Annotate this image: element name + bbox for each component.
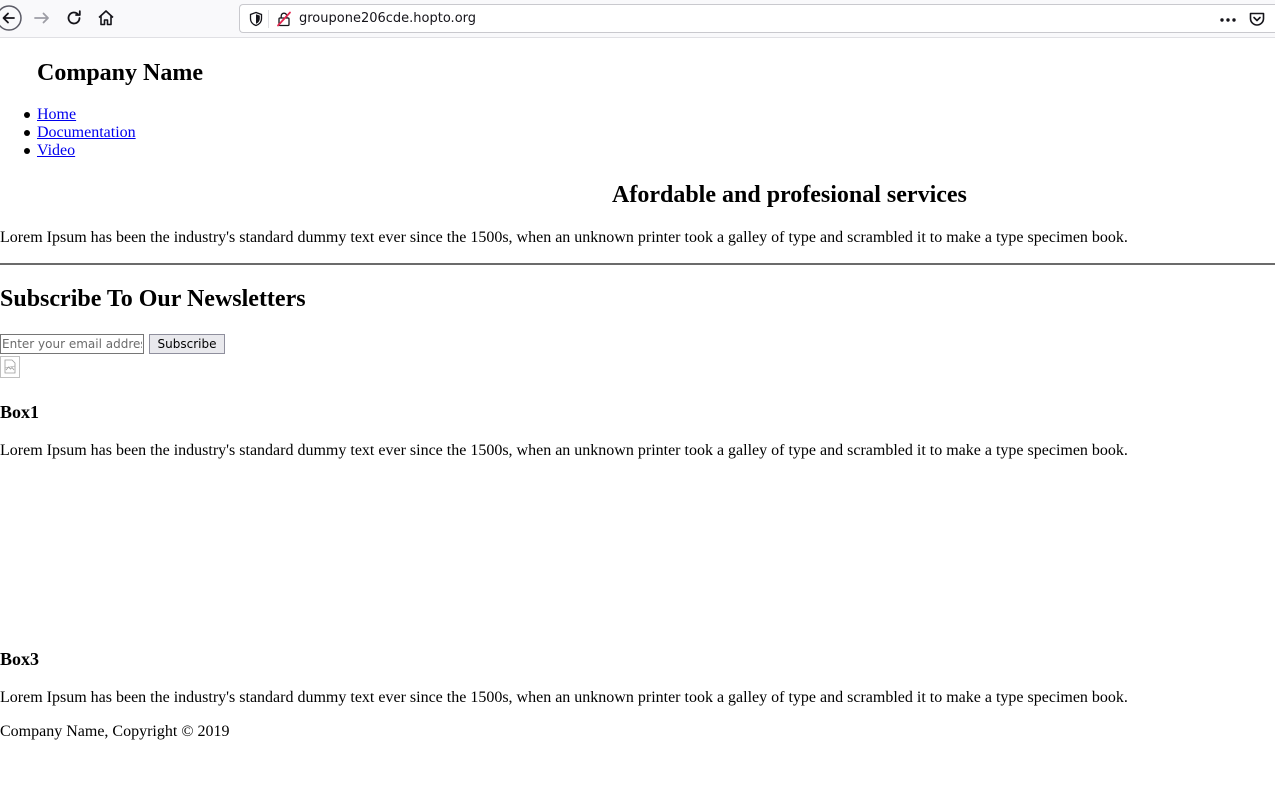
hero-text: Lorem Ipsum has been the industry's stan… (0, 229, 1128, 246)
back-arrow-icon (0, 5, 22, 31)
pocket-icon[interactable] (1248, 10, 1266, 28)
urlbar-divider (268, 10, 269, 28)
nav-link-home[interactable]: Home (37, 106, 76, 123)
hero-title: Afordable and profesional services (612, 182, 967, 208)
broken-image (0, 356, 20, 378)
back-button[interactable] (0, 5, 22, 31)
forward-arrow-icon (34, 12, 49, 24)
main-nav: Home Documentation Video (0, 106, 136, 160)
reload-icon (67, 10, 81, 25)
company-title: Company Name (37, 60, 203, 86)
nav-item-documentation: Documentation (0, 124, 136, 142)
home-icon (98, 10, 114, 26)
box1-text: Lorem Ipsum has been the industry's stan… (0, 442, 1128, 459)
subscribe-button[interactable]: Subscribe (149, 334, 225, 354)
browser-toolbar: groupone206cde.hopto.org (0, 0, 1275, 38)
nav-link-documentation[interactable]: Documentation (37, 124, 136, 141)
broken-image-icon (4, 359, 16, 374)
nav-item-home: Home (0, 106, 136, 124)
nav-item-video: Video (0, 142, 136, 160)
more-options-icon[interactable] (1219, 12, 1237, 28)
newsletter-title: Subscribe To Our Newsletters (0, 286, 306, 312)
reload-button[interactable] (61, 5, 87, 31)
box3-title: Box3 (0, 649, 40, 669)
forward-button[interactable] (29, 5, 55, 31)
page-content: Company Name Home Documentation Video Af… (0, 38, 1275, 791)
box1-title: Box1 (0, 402, 40, 422)
address-bar[interactable]: groupone206cde.hopto.org (239, 4, 1275, 33)
insecure-lock-icon[interactable] (276, 11, 292, 27)
box3-text: Lorem Ipsum has been the industry's stan… (0, 689, 1128, 706)
home-button[interactable] (93, 5, 119, 31)
url-text[interactable]: groupone206cde.hopto.org (299, 11, 476, 26)
section-divider (0, 263, 1275, 265)
email-input[interactable] (0, 334, 144, 354)
nav-link-video[interactable]: Video (37, 142, 75, 159)
footer-text: Company Name, Copyright © 2019 (0, 723, 230, 740)
shield-icon[interactable] (248, 11, 264, 27)
